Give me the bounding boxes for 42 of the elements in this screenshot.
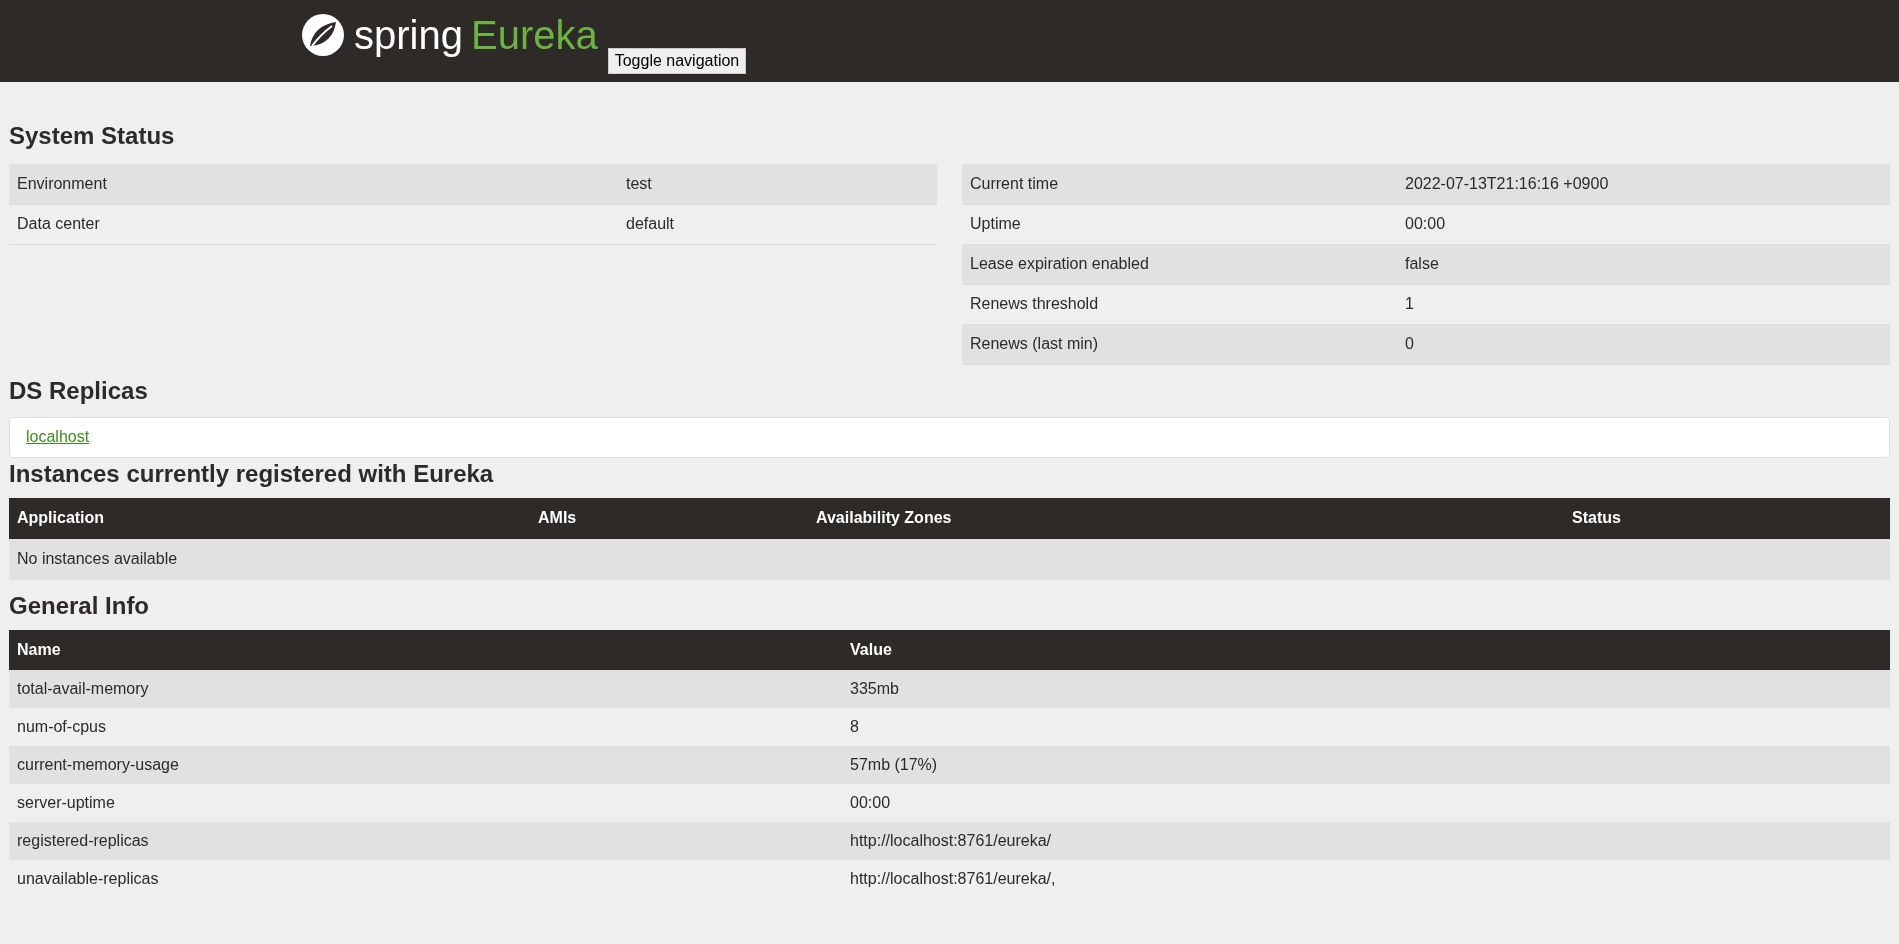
column-header: Value: [842, 629, 1890, 670]
column-header: AMIs: [530, 497, 808, 539]
section-heading: System Status: [9, 122, 176, 150]
table-cell: 335mb: [842, 669, 1890, 708]
table-cell: 2022-07-13T21:16:16 +0900: [1397, 164, 1890, 204]
table-cell: registered-replicas: [9, 821, 842, 860]
column-header: Name: [9, 629, 842, 670]
section-heading: DS Replicas: [9, 376, 149, 405]
column-header: Status: [1564, 497, 1890, 539]
leaf-logo-icon: [300, 12, 346, 58]
column-header: Availability Zones: [808, 497, 1564, 539]
empty-message: No instances available: [9, 538, 1890, 580]
table-cell: test: [618, 164, 937, 204]
toggle-navigation-button[interactable]: Toggle navigation: [607, 48, 747, 74]
table-cell: server-uptime: [9, 783, 842, 822]
table-cell: 57mb (17%): [842, 745, 1890, 784]
table-cell: 1: [1397, 284, 1890, 324]
table-cell: default: [618, 204, 937, 244]
table-cell: Renews (last min): [962, 324, 1397, 364]
logo-product-text: Eureka: [470, 15, 598, 55]
table-cell: 8: [842, 707, 1890, 746]
section-heading: General Info: [9, 591, 151, 620]
table-cell: Renews threshold: [962, 284, 1397, 324]
column-header: Application: [9, 497, 530, 539]
table-cell: Current time: [962, 164, 1397, 204]
table-cell: unavailable-replicas: [9, 859, 842, 898]
table-cell: 00:00: [1397, 204, 1890, 244]
table-cell: total-avail-memory: [9, 669, 842, 708]
table-cell: http://localhost:8761/eureka/: [842, 821, 1890, 860]
table-cell: http://localhost:8761/eureka/,: [842, 859, 1890, 898]
table-cell: 0: [1397, 324, 1890, 364]
section-heading: Instances currently registered with Eureka: [9, 459, 495, 488]
table-cell: 00:00: [842, 783, 1890, 822]
logo-brand-text: spring: [354, 15, 463, 55]
replica-link[interactable]: localhost: [26, 425, 90, 449]
table-cell: num-of-cpus: [9, 707, 842, 746]
table-cell: Data center: [9, 204, 618, 244]
table-cell: false: [1397, 244, 1890, 284]
table-cell: Environment: [9, 164, 618, 204]
table-cell: Uptime: [962, 204, 1397, 244]
table-cell: current-memory-usage: [9, 745, 842, 784]
table-cell: Lease expiration enabled: [962, 244, 1397, 284]
